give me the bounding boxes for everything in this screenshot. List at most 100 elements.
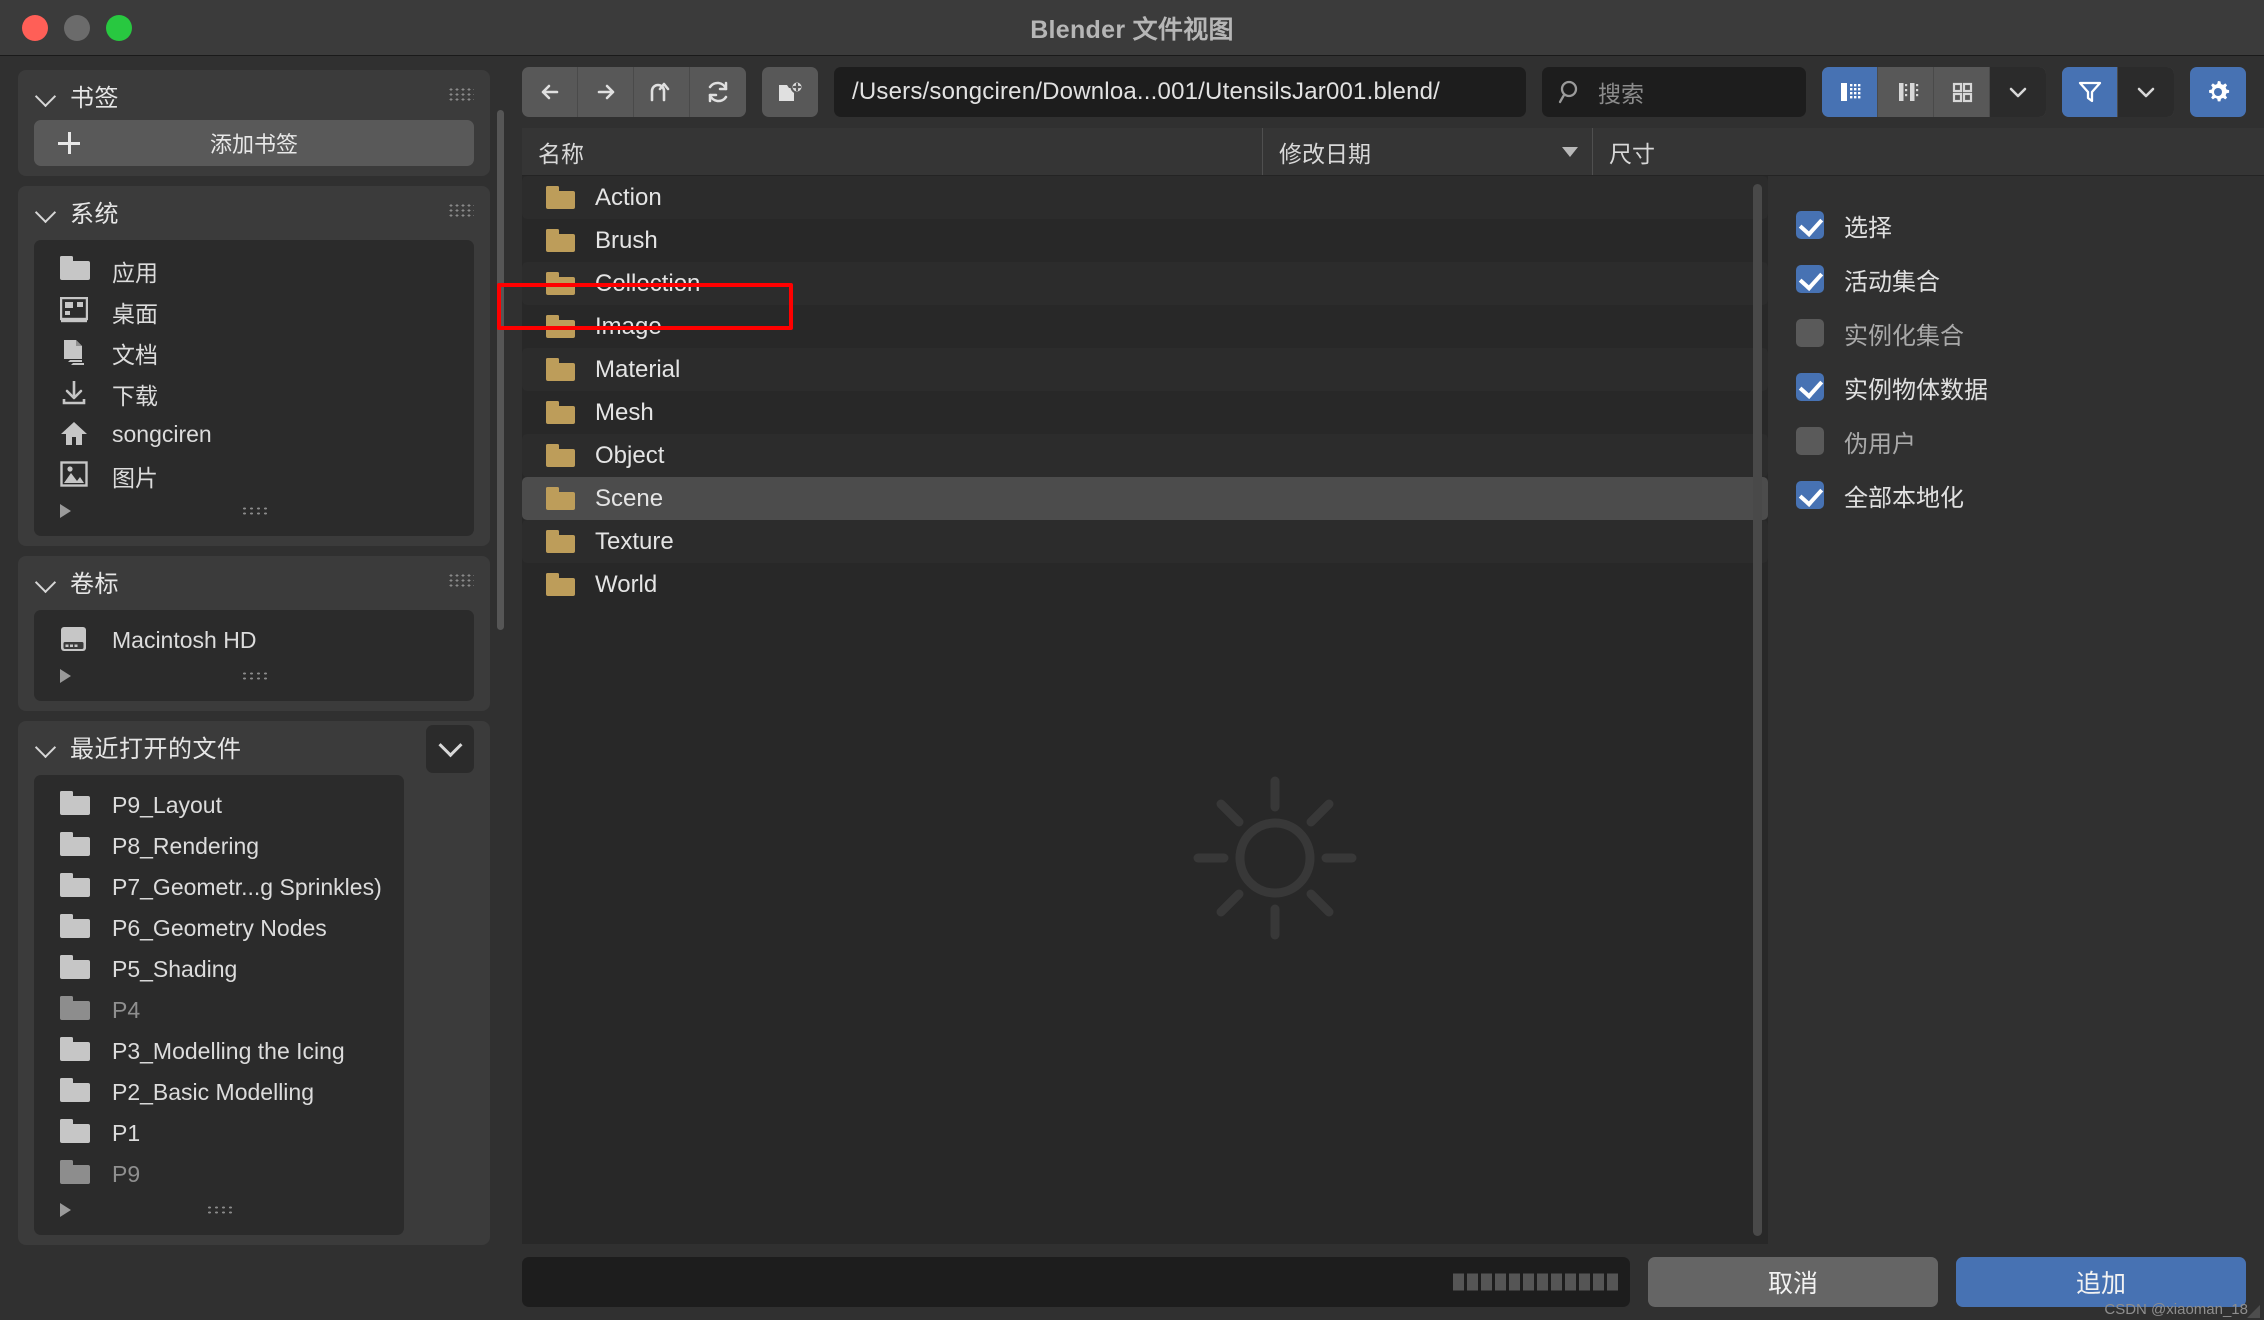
folder-icon xyxy=(60,832,90,862)
recent-list-expander[interactable] xyxy=(34,1195,404,1225)
option-instance-collections[interactable]: 实例化集合 xyxy=(1796,306,2264,360)
window-resize-grip[interactable] xyxy=(2247,1305,2260,1318)
recent-files-panel-header[interactable]: 最近打开的文件 xyxy=(18,721,490,771)
table-row[interactable]: Collection xyxy=(522,262,1768,305)
add-bookmark-button[interactable]: 添加书签 xyxy=(34,120,474,166)
panel-grip-icon[interactable] xyxy=(448,573,474,589)
sidebar-item-macintosh-hd[interactable]: Macintosh HD xyxy=(34,620,474,661)
append-button[interactable]: 追加 xyxy=(1956,1257,2246,1307)
list-item[interactable]: P5_Shading xyxy=(34,949,404,990)
checkbox-icon[interactable] xyxy=(1796,211,1824,239)
option-localize-all[interactable]: 全部本地化 xyxy=(1796,468,2264,522)
option-active-collection[interactable]: 活动集合 xyxy=(1796,252,2264,306)
vertical-list-view-button[interactable] xyxy=(1822,67,1878,117)
sidebar-item-home[interactable]: songciren xyxy=(34,414,474,455)
column-header-name[interactable]: 名称 xyxy=(522,128,1262,175)
path-input[interactable]: /Users/songciren/Downloa...001/UtensilsJ… xyxy=(834,67,1526,117)
filename-placeholder-blocks xyxy=(1453,1273,1618,1291)
back-button[interactable] xyxy=(522,67,578,117)
folder-icon xyxy=(60,1037,90,1067)
view-mode-group xyxy=(1822,67,2046,117)
option-select[interactable]: 选择 xyxy=(1796,198,2264,252)
table-row[interactable]: Action xyxy=(522,176,1768,219)
sidebar-item-desktop[interactable]: 桌面 xyxy=(34,291,474,332)
sidebar-scrollbar[interactable] xyxy=(497,110,504,630)
option-fake-user[interactable]: 伪用户 xyxy=(1796,414,2264,468)
display-options-dropdown[interactable] xyxy=(1990,67,2046,117)
close-button[interactable] xyxy=(22,14,48,41)
recent-files-dropdown-button[interactable] xyxy=(426,725,474,773)
list-item[interactable]: P9 xyxy=(34,1154,404,1195)
table-row[interactable]: Texture xyxy=(522,520,1768,563)
column-header-name-label: 名称 xyxy=(538,140,584,167)
panel-grip-icon[interactable] xyxy=(448,203,474,219)
checkbox-icon[interactable] xyxy=(1796,373,1824,401)
horizontal-list-view-button[interactable] xyxy=(1878,67,1934,117)
system-list-expander[interactable] xyxy=(34,496,474,526)
resize-grip-icon[interactable] xyxy=(241,506,267,516)
list-item[interactable]: P1 xyxy=(34,1113,404,1154)
folder-icon xyxy=(60,873,90,903)
checkbox-icon[interactable] xyxy=(1796,265,1824,293)
table-row[interactable]: Material xyxy=(522,348,1768,391)
path-value: /Users/songciren/Downloa...001/UtensilsJ… xyxy=(852,78,1441,105)
sidebar-item-applications[interactable]: 应用 xyxy=(34,250,474,291)
list-item[interactable]: P2_Basic Modelling xyxy=(34,1072,404,1113)
filter-funnel-button[interactable] xyxy=(2062,67,2118,117)
table-row[interactable]: Object xyxy=(522,434,1768,477)
list-item[interactable]: P7_Geometr...g Sprinkles) xyxy=(34,867,404,908)
checkbox-icon[interactable] xyxy=(1796,481,1824,509)
new-folder-button[interactable] xyxy=(762,67,818,117)
checkbox-icon[interactable] xyxy=(1796,319,1824,347)
refresh-button[interactable] xyxy=(690,67,746,117)
window-title: Blender 文件视图 xyxy=(1030,15,1234,44)
table-row[interactable]: Scene xyxy=(522,477,1768,520)
folder-icon xyxy=(60,1160,90,1190)
minimize-button[interactable] xyxy=(64,14,90,41)
navigation-button-group xyxy=(522,67,746,117)
panel-grip-icon[interactable] xyxy=(448,87,474,103)
list-item[interactable]: P4 xyxy=(34,990,404,1031)
settings-gear-button[interactable] xyxy=(2190,67,2246,117)
checkbox-icon[interactable] xyxy=(1796,427,1824,455)
file-list-scrollbar[interactable] xyxy=(1753,184,1762,1236)
documents-icon xyxy=(60,338,90,368)
column-header-date[interactable]: 修改日期 xyxy=(1262,128,1592,175)
folder-icon xyxy=(546,186,575,209)
filter-options-dropdown[interactable] xyxy=(2118,67,2174,117)
table-row[interactable]: Brush xyxy=(522,219,1768,262)
parent-directory-button[interactable] xyxy=(634,67,690,117)
search-input[interactable]: 搜索 xyxy=(1542,67,1806,117)
sidebar-item-documents[interactable]: 文档 xyxy=(34,332,474,373)
cancel-button[interactable]: 取消 xyxy=(1648,1257,1938,1307)
system-panel: 系统 应用 桌面 文档 下载 songciren 图片 xyxy=(18,186,490,546)
option-instance-object-data[interactable]: 实例物体数据 xyxy=(1796,360,2264,414)
list-item[interactable]: P8_Rendering xyxy=(34,826,404,867)
zoom-button[interactable] xyxy=(106,14,132,41)
volumes-list-expander[interactable] xyxy=(34,661,474,691)
bookmarks-panel: 书签 添加书签 xyxy=(18,70,490,176)
system-panel-header[interactable]: 系统 xyxy=(18,186,490,236)
column-header-size[interactable]: 尺寸 xyxy=(1592,128,2264,175)
sidebar-item-label: 应用 xyxy=(112,259,158,286)
filename-input[interactable] xyxy=(522,1257,1630,1307)
sidebar-item-pictures[interactable]: 图片 xyxy=(34,455,474,496)
table-row[interactable]: Mesh xyxy=(522,391,1768,434)
list-item[interactable]: P3_Modelling the Icing xyxy=(34,1031,404,1072)
sidebar-item-label: 图片 xyxy=(112,464,158,491)
desktop-icon xyxy=(59,296,90,327)
volumes-panel-header[interactable]: 卷标 xyxy=(18,556,490,606)
resize-grip-icon[interactable] xyxy=(206,1205,232,1215)
table-row[interactable]: Image xyxy=(522,305,1768,348)
list-item[interactable]: P6_Geometry Nodes xyxy=(34,908,404,949)
resize-grip-icon[interactable] xyxy=(241,671,267,681)
thumbnail-view-button[interactable] xyxy=(1934,67,1990,117)
list-item[interactable]: P9_Layout xyxy=(34,785,404,826)
table-row[interactable]: World xyxy=(522,563,1768,606)
disk-icon xyxy=(60,626,90,656)
forward-button[interactable] xyxy=(578,67,634,117)
blender-file-view-window: Blender 文件视图 书签 添加书签 系统 应用 桌面 文档 下载 song… xyxy=(0,0,2264,1320)
bookmarks-panel-header[interactable]: 书签 xyxy=(18,70,490,120)
sidebar-item-downloads[interactable]: 下载 xyxy=(34,373,474,414)
picture-icon xyxy=(60,460,90,491)
